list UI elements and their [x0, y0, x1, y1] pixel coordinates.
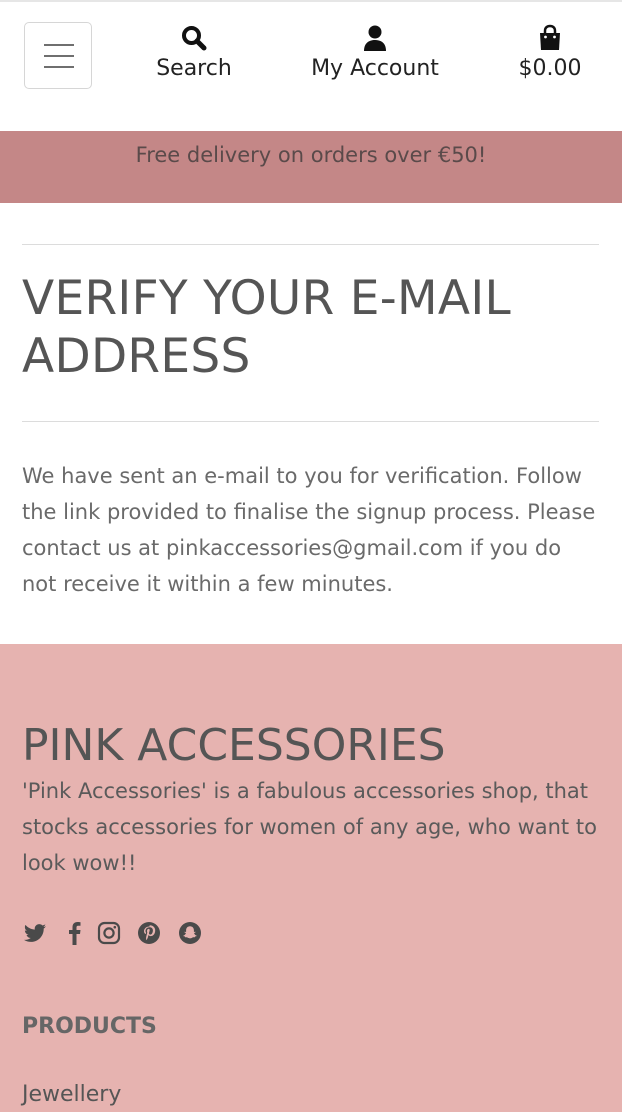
divider — [22, 421, 599, 422]
footer-products-heading: PRODUCTS — [22, 1014, 157, 1039]
nav-account-link[interactable]: My Account — [304, 24, 446, 84]
hamburger-icon-bar — [44, 55, 74, 57]
pinterest-icon[interactable] — [136, 920, 162, 946]
site-footer: PINK ACCESSORIES 'Pink Accessories' is a… — [0, 644, 622, 1112]
site-header: Search My Account $0.00 — [0, 4, 622, 131]
nav-search-label: Search — [156, 56, 232, 81]
user-icon — [304, 24, 446, 52]
instagram-icon[interactable] — [96, 920, 122, 946]
snapchat-icon[interactable] — [177, 920, 203, 946]
footer-brand: PINK ACCESSORIES — [22, 720, 446, 771]
footer-about: 'Pink Accessories' is a fabulous accesso… — [22, 779, 597, 875]
nav-search-link[interactable]: Search — [148, 24, 240, 84]
nav-cart-link[interactable]: $0.00 — [508, 24, 592, 84]
nav-account-label: My Account — [311, 56, 439, 81]
menu-toggle-button[interactable] — [24, 22, 92, 89]
hamburger-icon-bar — [44, 66, 74, 68]
shopping-bag-icon — [508, 24, 592, 52]
delivery-banner: Free delivery on orders over €50! — [0, 131, 622, 203]
divider — [22, 244, 599, 245]
hamburger-icon — [44, 44, 74, 46]
cart-total: $0.00 — [518, 56, 582, 81]
verification-message: We have sent an e-mail to you for verifi… — [22, 464, 596, 596]
page-title: VERIFY YOUR E-MAIL ADDRESS — [22, 271, 511, 384]
delivery-banner-text: Free delivery on orders over €50! — [135, 143, 487, 167]
search-icon — [148, 24, 240, 52]
footer-link-jewellery[interactable]: Jewellery — [22, 1080, 121, 1110]
facebook-icon[interactable] — [62, 920, 88, 946]
twitter-icon[interactable] — [22, 920, 48, 946]
